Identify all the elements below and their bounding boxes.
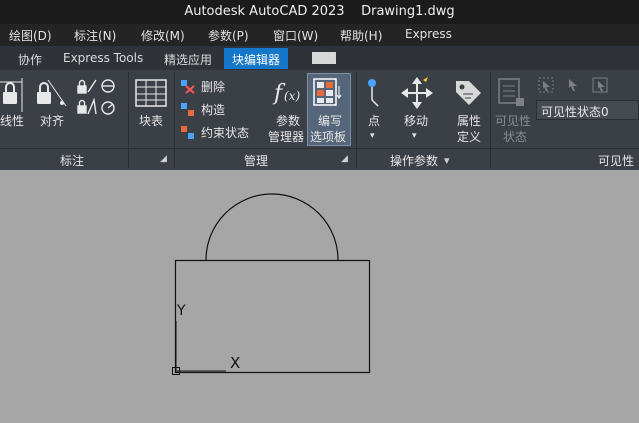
param-manager-label-line1[interactable]: 参数 — [276, 113, 300, 129]
action-params-group-label: 操作参数 — [390, 154, 439, 168]
constraint-status-button-label[interactable]: 约束状态 — [201, 124, 249, 141]
chevron-down-icon[interactable]: ▾ — [330, 52, 335, 62]
tab-featured-apps[interactable]: 精选应用 — [164, 51, 212, 68]
authoring-palette-icon[interactable] — [313, 78, 345, 108]
chevron-down-icon[interactable]: ▾ — [412, 128, 417, 144]
attribute-definition-icon[interactable] — [453, 78, 483, 108]
delete-button-label[interactable]: 删除 — [201, 78, 225, 95]
panel-divider — [174, 72, 175, 168]
point-button-label[interactable]: 点 — [368, 113, 380, 129]
angular-radial-constraint-icons[interactable] — [76, 78, 120, 118]
panel-divider — [356, 72, 357, 168]
dialog-launcher-icon[interactable]: ◢ — [160, 154, 167, 164]
make-visible-icon[interactable] — [538, 77, 554, 93]
move-button-label[interactable]: 移动 — [404, 113, 428, 129]
visibility-states-label-line2[interactable]: 状态 — [503, 129, 527, 145]
move-action-icon[interactable] — [400, 76, 434, 110]
semicircle-arc[interactable] — [205, 193, 339, 261]
block-table-icon[interactable] — [135, 79, 167, 107]
authoring-palette-label-line2[interactable]: 选项板 — [310, 129, 346, 145]
menu-bar: 绘图(D) 标注(N) 修改(M) 参数(P) 窗口(W) 帮助(H) Expr… — [0, 24, 639, 46]
title-bar: Autodesk AutoCAD 2023 Drawing1.dwg — [0, 0, 639, 24]
panel-divider — [128, 72, 129, 168]
aligned-button-label[interactable]: 对齐 — [40, 113, 64, 129]
visibility-mode-icon[interactable] — [592, 77, 610, 93]
tab-block-editor[interactable]: 块编辑器 — [224, 48, 289, 69]
visibility-states-icon[interactable] — [498, 78, 526, 108]
make-invisible-icon[interactable] — [565, 77, 581, 93]
function-parameter-manager-icon[interactable]: f (x) — [272, 76, 304, 108]
menu-modify[interactable]: 修改(M) — [141, 27, 185, 44]
menu-draw[interactable]: 绘图(D) — [9, 27, 52, 44]
ribbon-footer — [0, 148, 639, 170]
delete-icon[interactable] — [180, 78, 196, 94]
dialog-launcher-icon[interactable]: ◢ — [341, 154, 348, 164]
block-geometry — [172, 193, 371, 375]
aligned-constraint-icon[interactable] — [34, 78, 68, 114]
point-parameter-icon[interactable] — [364, 78, 384, 110]
tab-collaborate[interactable]: 协作 — [18, 51, 42, 68]
attribute-definition-label-line2[interactable]: 定义 — [457, 129, 481, 145]
svg-text:(x): (x) — [284, 89, 300, 103]
visibility-states-label-line1[interactable]: 可见性 — [495, 113, 531, 129]
chevron-down-icon[interactable]: ▾ — [444, 154, 450, 167]
tab-express-tools[interactable]: Express Tools — [63, 51, 143, 65]
visibility-state-value: 可见性状态0 — [541, 105, 609, 119]
rectangle-shape[interactable] — [174, 259, 371, 374]
ribbon-tab-bar: 协作 Express Tools 精选应用 块编辑器 ▾ — [0, 46, 639, 70]
ucs-y-label: Y — [177, 303, 186, 319]
manage-group-label: 管理 — [244, 154, 269, 168]
construct-button-label[interactable]: 构造 — [201, 101, 225, 118]
block-table-button-label[interactable]: 块表 — [139, 113, 163, 129]
param-manager-label-line2[interactable]: 管理器 — [268, 129, 304, 145]
menu-express[interactable]: Express — [405, 27, 452, 41]
linear-constraint-icon[interactable] — [0, 78, 24, 116]
window-title: Autodesk AutoCAD 2023 Drawing1.dwg — [184, 4, 455, 19]
menu-window[interactable]: 窗口(W) — [273, 27, 318, 44]
authoring-palette-label-line1[interactable]: 编写 — [318, 113, 342, 129]
dimension-group-label: 标注 — [60, 154, 85, 168]
visibility-group-label: 可见性 — [598, 154, 635, 168]
linear-button-label[interactable]: 线性 — [0, 113, 24, 129]
construct-icon[interactable] — [180, 101, 196, 117]
menu-dimension[interactable]: 标注(N) — [74, 27, 116, 44]
attribute-definition-label-line1[interactable]: 属性 — [457, 113, 481, 129]
menu-parametric[interactable]: 参数(P) — [208, 27, 249, 44]
ucs-x-label: X — [230, 354, 241, 372]
menu-help[interactable]: 帮助(H) — [340, 27, 382, 44]
panel-divider — [490, 72, 491, 168]
visibility-state-dropdown[interactable]: 可见性状态0 — [536, 100, 639, 120]
constraint-status-icon[interactable] — [180, 124, 196, 140]
chevron-down-icon[interactable]: ▾ — [370, 128, 375, 144]
